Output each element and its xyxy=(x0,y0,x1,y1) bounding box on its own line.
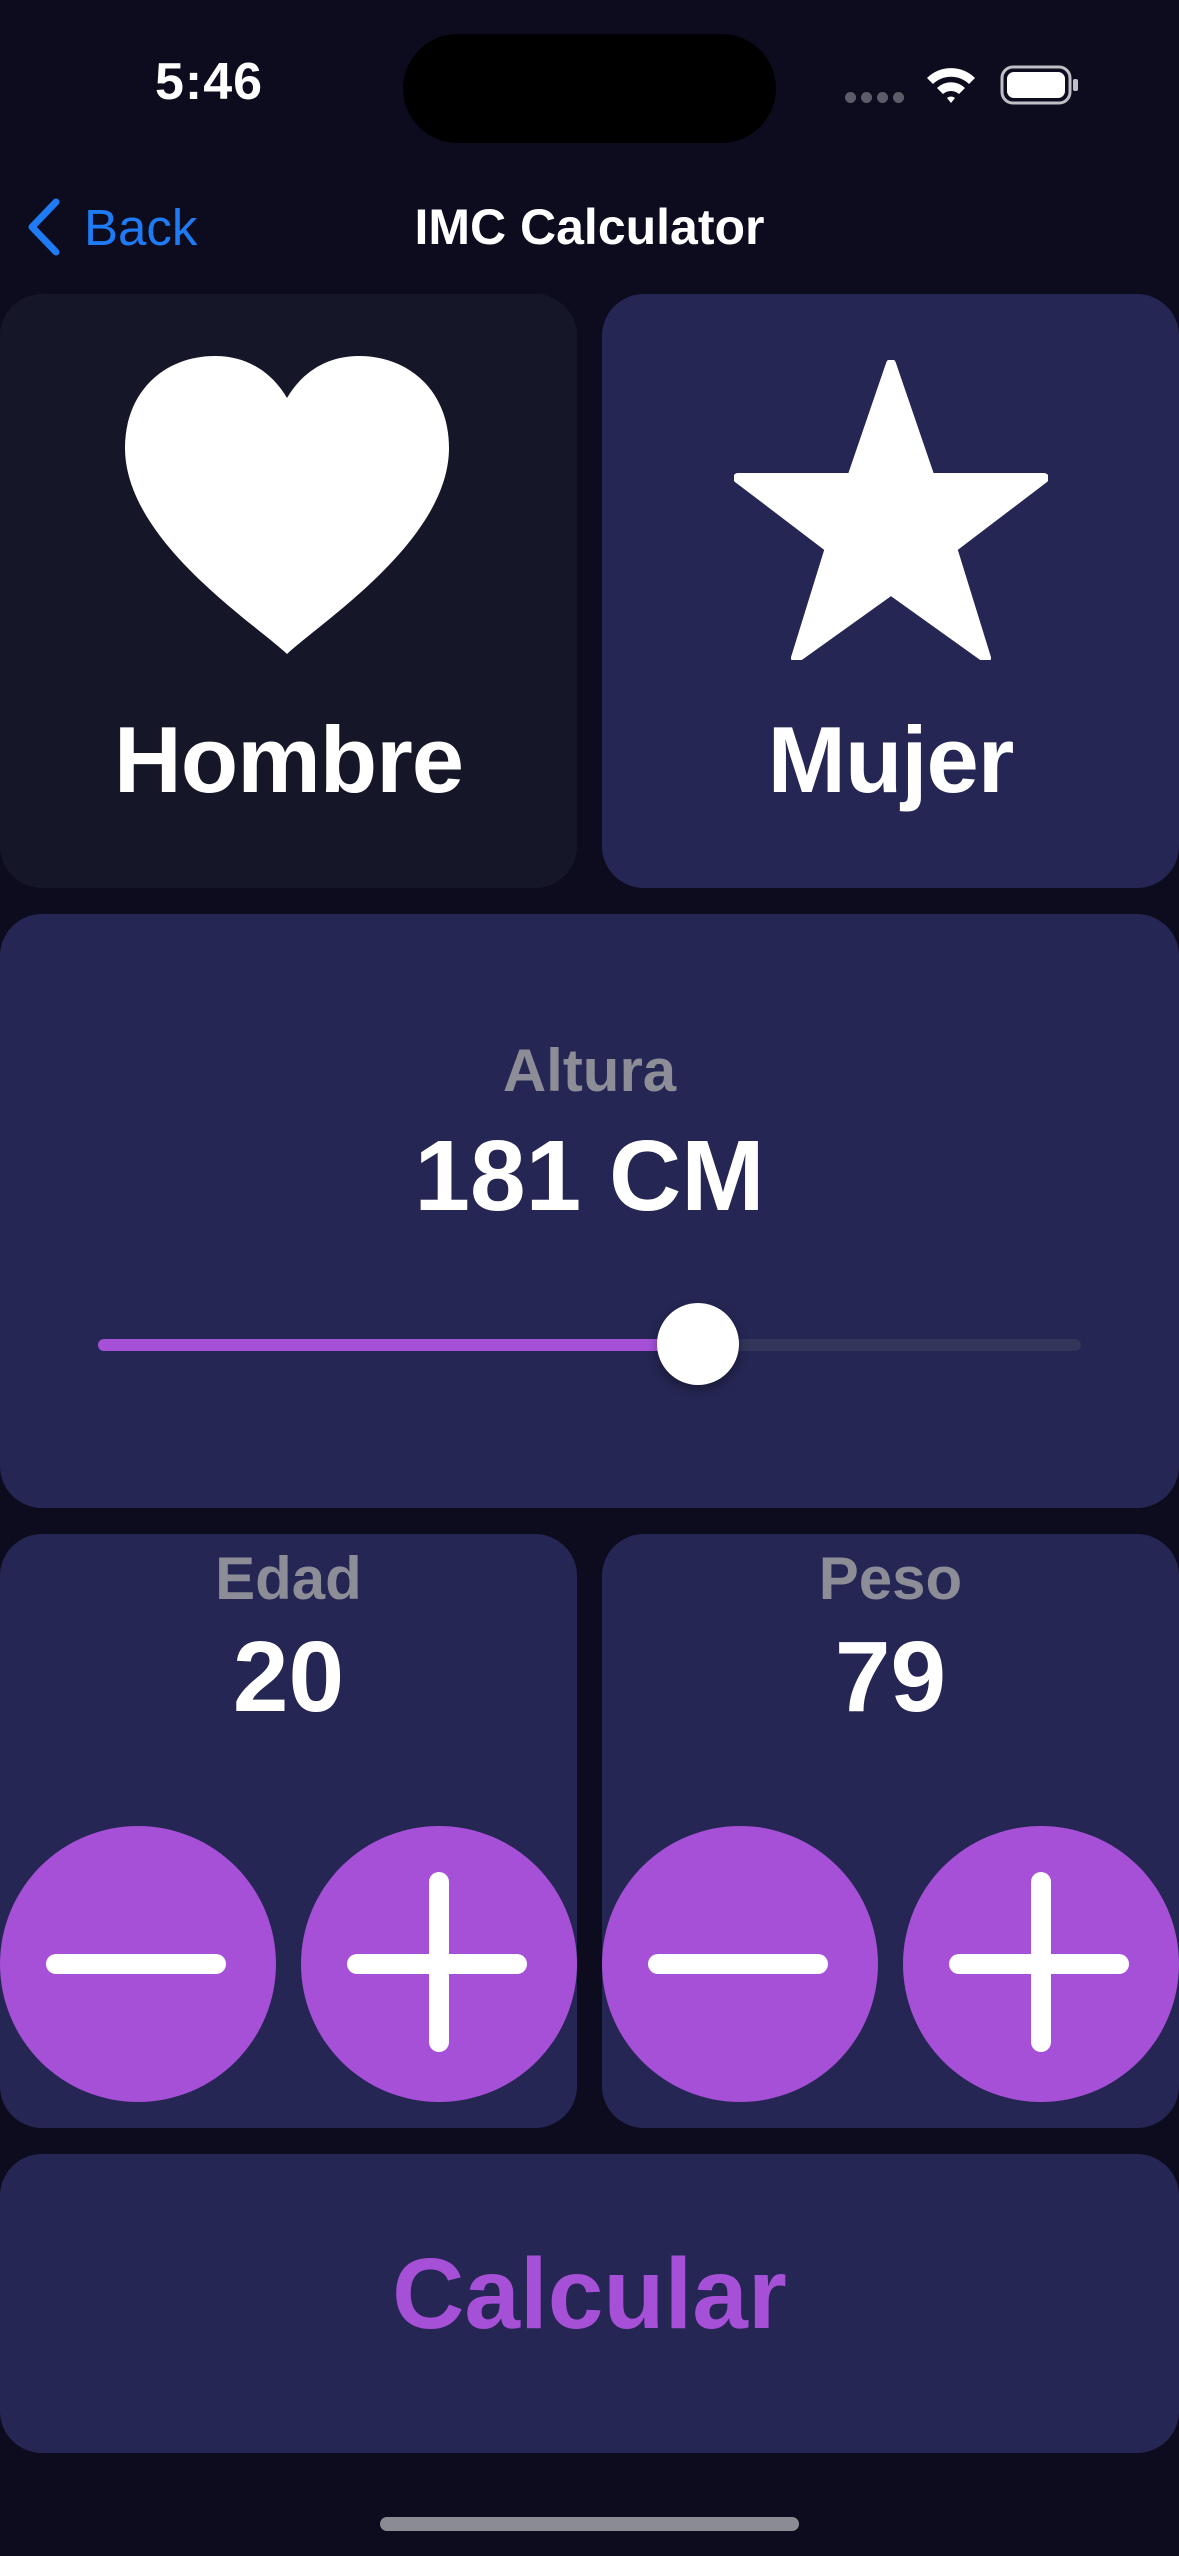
calculate-button[interactable]: Calcular xyxy=(0,2154,1179,2453)
home-indicator[interactable] xyxy=(380,2517,799,2531)
wifi-icon xyxy=(925,62,977,106)
weight-decrement-button[interactable] xyxy=(602,1826,878,2102)
status-time: 5:46 xyxy=(155,53,264,111)
page-title: IMC Calculator xyxy=(414,199,765,255)
age-increment-button[interactable] xyxy=(301,1826,577,2102)
gender-label-female: Mujer xyxy=(767,707,1015,812)
minus-icon xyxy=(648,1954,828,1974)
calculate-label: Calcular xyxy=(392,2238,787,2350)
height-slider-fill xyxy=(98,1339,698,1351)
dynamic-island xyxy=(403,34,776,143)
age-decrement-button[interactable] xyxy=(0,1826,276,2102)
star-icon xyxy=(734,360,1048,660)
battery-icon xyxy=(1000,64,1080,106)
height-value: 181 CM xyxy=(414,1120,765,1232)
age-label: Edad xyxy=(215,1545,362,1612)
height-card: Altura 181 CM xyxy=(0,914,1179,1508)
weight-increment-button[interactable] xyxy=(903,1826,1179,2102)
gender-label-male: Hombre xyxy=(113,707,464,812)
weight-value: 79 xyxy=(834,1621,947,1733)
age-value: 20 xyxy=(232,1621,345,1733)
cellular-signal-icon xyxy=(845,92,905,106)
gender-card-male[interactable]: Hombre xyxy=(0,294,577,888)
heart-icon xyxy=(125,356,449,654)
gender-card-female[interactable]: Mujer xyxy=(602,294,1179,888)
height-label: Altura xyxy=(502,1037,677,1104)
weight-label: Peso xyxy=(818,1545,963,1612)
height-slider-thumb[interactable] xyxy=(657,1303,739,1385)
minus-icon xyxy=(46,1954,226,1974)
